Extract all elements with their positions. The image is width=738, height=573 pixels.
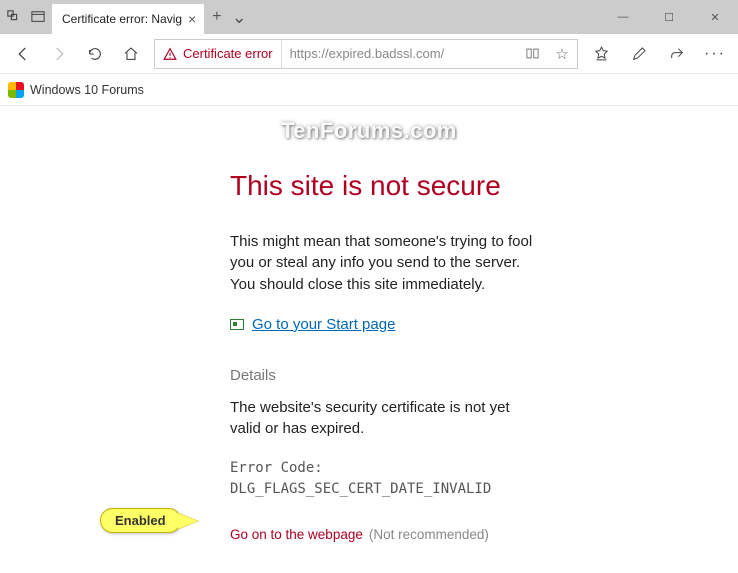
notes-icon[interactable] — [622, 37, 656, 71]
close-window-button[interactable]: ✕ — [692, 0, 738, 34]
forward-button[interactable] — [42, 37, 76, 71]
address-bar[interactable]: Certificate error https://expired.badssl… — [154, 39, 578, 69]
browser-toolbar: Certificate error https://expired.badssl… — [0, 34, 738, 74]
toolbar-right: ··· — [584, 37, 732, 71]
error-description: This might mean that someone's trying to… — [230, 231, 540, 296]
tab-actions: + ⌄ — [204, 0, 254, 34]
go-on-row: Go on to the webpage (Not recommended) — [230, 525, 540, 545]
titlebar-left — [0, 0, 52, 34]
window-controls: — ☐ ✕ — [600, 0, 738, 34]
home-button[interactable] — [114, 37, 148, 71]
certificate-warning-label: Certificate error — [183, 46, 273, 61]
not-recommended-label: (Not recommended) — [369, 525, 489, 545]
error-code-value: DLG_FLAGS_SEC_CERT_DATE_INVALID — [230, 479, 540, 499]
window-split-icon[interactable] — [30, 9, 46, 25]
favorite-star-icon[interactable]: ☆ — [547, 40, 577, 68]
favorites-list-icon[interactable] — [584, 37, 618, 71]
bookmark-favicon — [8, 82, 24, 98]
share-icon[interactable] — [660, 37, 694, 71]
details-body: The website's security certificate is no… — [230, 397, 540, 441]
tab-title: Certificate error: Navig — [62, 12, 182, 26]
error-page-content: This site is not secure This might mean … — [0, 106, 540, 544]
new-tab-button[interactable]: + — [212, 8, 221, 26]
url-text[interactable]: https://expired.badssl.com/ — [282, 46, 517, 61]
start-link-label: Go to your Start page — [252, 314, 395, 336]
maximize-button[interactable]: ☐ — [646, 0, 692, 34]
back-button[interactable] — [6, 37, 40, 71]
error-title: This site is not secure — [230, 166, 540, 207]
more-menu-icon[interactable]: ··· — [698, 37, 732, 71]
certificate-warning-badge[interactable]: Certificate error — [155, 40, 282, 68]
error-code-label: Error Code: — [230, 458, 540, 478]
refresh-button[interactable] — [78, 37, 112, 71]
tab-menu-chevron-icon[interactable]: ⌄ — [232, 7, 247, 28]
start-page-icon — [230, 319, 244, 330]
warning-triangle-icon — [163, 47, 177, 61]
details-heading[interactable]: Details — [230, 365, 540, 387]
browser-tab-active[interactable]: Certificate error: Navig × — [52, 4, 204, 34]
bookmarks-bar: Windows 10 Forums — [0, 74, 738, 106]
task-view-icon[interactable] — [6, 9, 22, 25]
annotation-label: Enabled — [115, 513, 166, 528]
minimize-button[interactable]: — — [600, 0, 646, 34]
reading-view-icon[interactable] — [517, 40, 547, 68]
tab-close-icon[interactable]: × — [188, 12, 196, 26]
annotation-callout: Enabled — [100, 508, 181, 533]
bookmark-item[interactable]: Windows 10 Forums — [30, 83, 144, 97]
window-titlebar: Certificate error: Navig × + ⌄ — ☐ ✕ — [0, 0, 738, 34]
go-to-start-link[interactable]: Go to your Start page — [230, 314, 395, 336]
go-on-link[interactable]: Go on to the webpage — [230, 525, 363, 545]
